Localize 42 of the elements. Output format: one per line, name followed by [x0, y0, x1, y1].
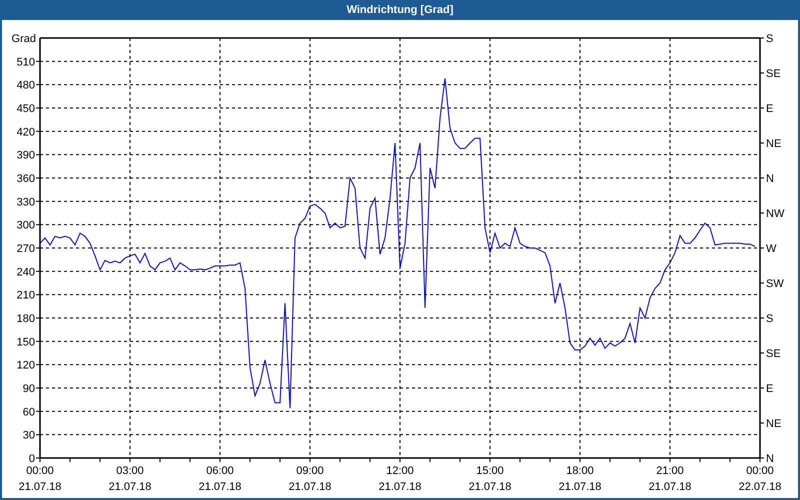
x-tick-label: 00:00 21.07.18: [18, 465, 62, 493]
y-tick-label: 450: [16, 103, 35, 115]
direction-label: SE: [766, 68, 781, 80]
y-tick-label: 510: [16, 56, 35, 68]
x-tick-label: 00:00 22.07.18: [738, 465, 782, 493]
y-tick-label: 210: [16, 290, 35, 302]
x-tick-label: 18:00 21.07.18: [558, 465, 602, 493]
direction-label: N: [766, 173, 774, 185]
y-tick-label: 180: [16, 313, 35, 325]
direction-label: NE: [766, 138, 782, 150]
direction-label: S: [766, 313, 774, 325]
direction-label: E: [766, 383, 774, 395]
x-tick-label: 15:00 21.07.18: [468, 465, 512, 493]
direction-label: N: [766, 453, 774, 465]
y-tick-label: 60: [22, 406, 35, 418]
direction-label: S: [766, 33, 774, 45]
y-tick-label: 480: [16, 80, 35, 92]
direction-label: E: [766, 103, 774, 115]
y-tick-label: 0: [28, 453, 35, 465]
direction-label: SE: [766, 348, 781, 360]
x-tick-label: 09:00 21.07.18: [288, 465, 332, 493]
x-tick-label: 12:00 21.07.18: [378, 465, 422, 493]
y-tick-label: 390: [16, 150, 35, 162]
x-tick-label: 21:00 21.07.18: [648, 465, 692, 493]
direction-label: NE: [766, 418, 782, 430]
direction-label: SW: [766, 278, 784, 290]
direction-label: NW: [766, 208, 784, 220]
direction-label: W: [766, 243, 776, 255]
window-title: Windrichtung [Grad]: [346, 2, 454, 18]
y-tick-label: 240: [16, 266, 35, 278]
y-tick-label: 90: [22, 383, 35, 395]
y-tick-label: 360: [16, 173, 35, 185]
y-axis-label: Grad: [12, 33, 36, 45]
y-tick-label: 120: [16, 360, 35, 372]
y-tick-label: 270: [16, 243, 35, 255]
y-tick-label: 300: [16, 220, 35, 232]
x-tick-label: 06:00 21.07.18: [198, 465, 242, 493]
y-tick-label: 420: [16, 126, 35, 138]
y-tick-label: 330: [16, 196, 35, 208]
y-tick-label: 30: [22, 430, 35, 442]
y-tick-label: 150: [16, 336, 35, 348]
x-tick-label: 03:00 21.07.18: [108, 465, 152, 493]
